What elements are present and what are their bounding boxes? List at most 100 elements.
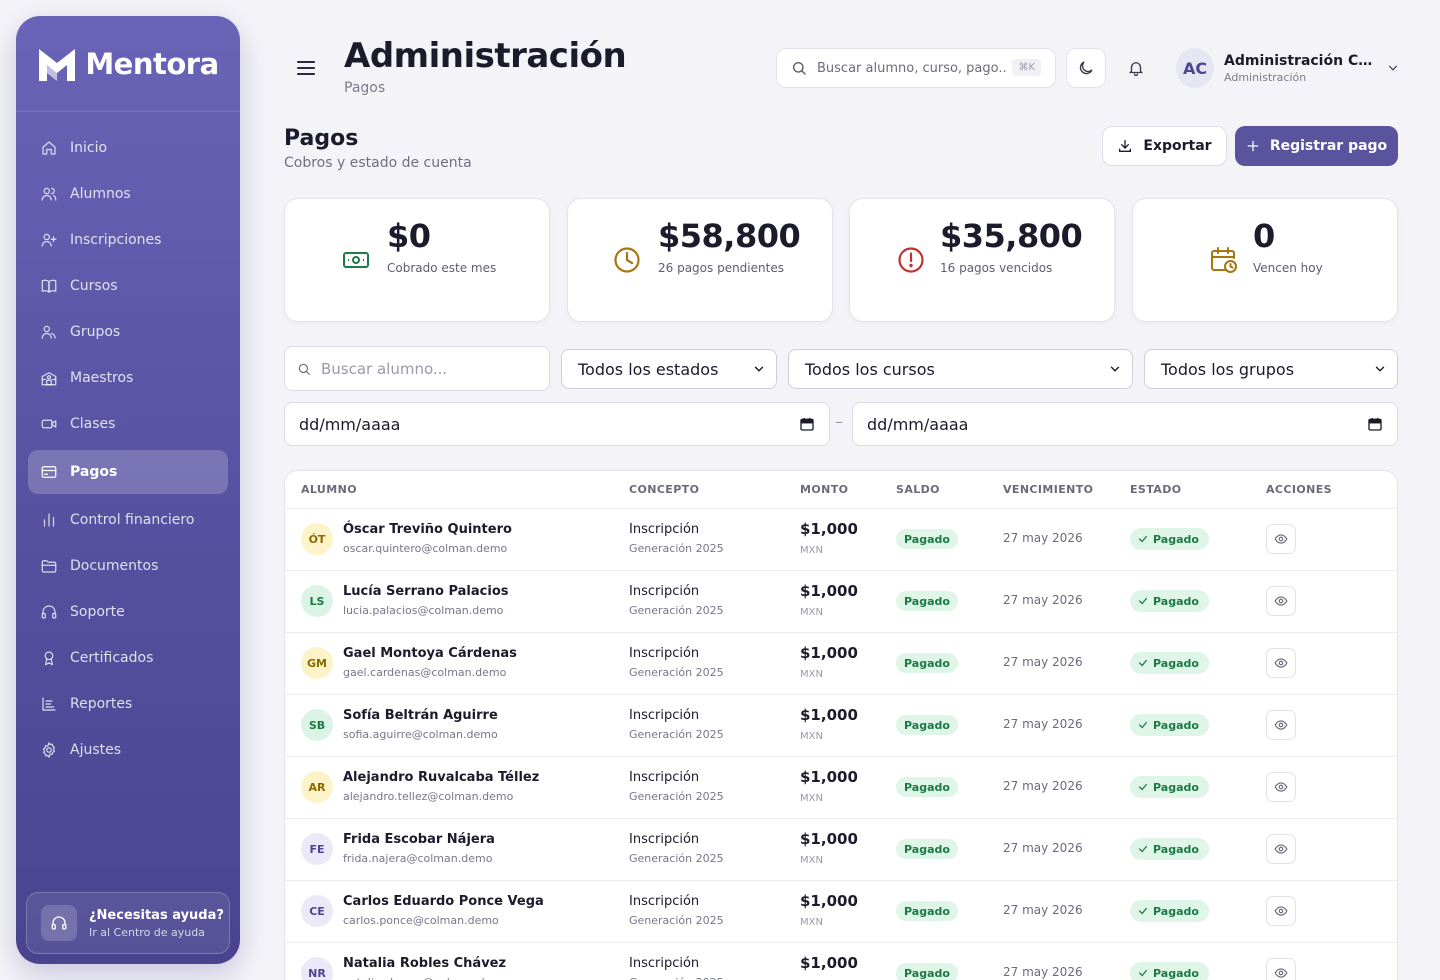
table-row: SB Sofía Beltrán Aguirre sofia.aguirre@col… [285, 695, 1397, 757]
student-email: oscar.quintero@colman.demo [343, 542, 508, 555]
sidebar-item-reportes[interactable]: Reportes [28, 684, 228, 724]
notifications-button[interactable] [1116, 48, 1156, 88]
view-button[interactable] [1266, 524, 1296, 554]
breadcrumb: Pagos [344, 80, 386, 96]
date-from-field[interactable]: dd/mm/aaaa [284, 402, 830, 446]
view-button[interactable] [1266, 586, 1296, 616]
table-row: GM Gael Montoya Cárdenas gael.cardenas@col… [285, 633, 1397, 695]
menu-icon[interactable] [296, 58, 316, 78]
view-button[interactable] [1266, 896, 1296, 926]
payment-amount: $1,000 [800, 582, 858, 600]
sidebar-item-pagos[interactable]: Pagos [28, 450, 228, 494]
payment-currency: MXN [800, 793, 823, 804]
status-badge: Pagado [1130, 900, 1209, 922]
student-search-input[interactable] [321, 359, 521, 378]
status-select[interactable]: Todos los estados [561, 349, 777, 389]
sidebar-item-documentos[interactable]: Documentos [28, 546, 228, 586]
eye-icon [1274, 594, 1288, 608]
view-button[interactable] [1266, 958, 1296, 980]
status-label: Pagado [1153, 842, 1199, 856]
help-subtitle: Ir al Centro de ayuda [89, 925, 205, 939]
school-icon [40, 369, 58, 387]
global-search-input[interactable] [817, 60, 1007, 76]
view-button[interactable] [1266, 772, 1296, 802]
search-shortcut: ⌘K [1012, 59, 1041, 76]
view-button[interactable] [1266, 834, 1296, 864]
register-payment-button[interactable]: Registrar pago [1235, 126, 1398, 166]
sidebar-item-ajustes[interactable]: Ajustes [28, 730, 228, 770]
theme-toggle-button[interactable] [1066, 48, 1106, 88]
sidebar-item-label: Clases [70, 416, 116, 432]
due-date: 27 may 2026 [1003, 965, 1083, 979]
help-card[interactable]: ¿Necesitas ayuda? Ir al Centro de ayuda [26, 892, 230, 954]
user-menu[interactable]: AC Administración Cam... Administración [1176, 48, 1400, 88]
stat-value: $58,800 [658, 217, 801, 255]
calendar-icon[interactable] [799, 416, 815, 432]
balance-badge: Pagado [896, 777, 958, 797]
payment-amount: $1,000 [800, 954, 858, 972]
sidebar-item-label: Cursos [70, 278, 118, 294]
payment-concept: Inscripción [629, 584, 700, 599]
sidebar-item-label: Control financiero [70, 512, 195, 528]
global-search[interactable]: ⌘K [776, 48, 1056, 88]
payment-amount: $1,000 [800, 830, 858, 848]
folder-icon [40, 557, 58, 575]
sidebar-item-maestros[interactable]: Maestros [28, 358, 228, 398]
chevron-down-icon [1386, 61, 1400, 75]
users-icon [40, 185, 58, 203]
status-label: Pagado [1153, 966, 1199, 980]
sidebar-item-label: Certificados [70, 650, 154, 666]
table-row: NR Natalia Robles Chávez natalia.chavez@co… [285, 943, 1397, 980]
bar-chart-icon [40, 511, 58, 529]
payment-amount: $1,000 [800, 892, 858, 910]
stat-card-overdue: $35,800 16 pagos vencidos [849, 198, 1115, 322]
sidebar-item-soporte[interactable]: Soporte [28, 592, 228, 632]
sidebar-item-label: Pagos [70, 464, 118, 480]
status-badge: Pagado [1130, 838, 1209, 860]
stat-label: Vencen hoy [1253, 261, 1323, 275]
balance-badge: Pagado [896, 591, 958, 611]
payment-concept: Inscripción [629, 832, 700, 847]
student-email: gael.cardenas@colman.demo [343, 666, 507, 679]
sidebar-item-alumnos[interactable]: Alumnos [28, 174, 228, 214]
sidebar-item-certificados[interactable]: Certificados [28, 638, 228, 678]
payment-currency: MXN [800, 731, 823, 742]
student-avatar: GM [301, 647, 333, 679]
brand-name: Mentora [85, 46, 219, 81]
payment-currency: MXN [800, 607, 823, 618]
eye-icon [1274, 718, 1288, 732]
date-to-field[interactable]: dd/mm/aaaa [852, 402, 1398, 446]
award-icon [40, 649, 58, 667]
status-label: Pagado [1153, 656, 1199, 670]
balance-badge: Pagado [896, 529, 958, 549]
check-icon [1138, 720, 1148, 730]
due-date: 27 may 2026 [1003, 841, 1083, 855]
balance-badge: Pagado [896, 963, 958, 980]
view-button[interactable] [1266, 710, 1296, 740]
table-row: AR Alejandro Ruvalcaba Téllez alejandro.te… [285, 757, 1397, 819]
table-row: FE Frida Escobar Nájera frida.najera@colma… [285, 819, 1397, 881]
column-header: SALDO [896, 483, 940, 496]
sidebar-item-grupos[interactable]: Grupos [28, 312, 228, 352]
column-header: VENCIMIENTO [1003, 483, 1094, 496]
course-select[interactable]: Todos los cursos [788, 349, 1133, 389]
balance-badge: Pagado [896, 715, 958, 735]
sidebar-item-label: Inscripciones [70, 232, 162, 248]
group-select[interactable]: Todos los grupos [1144, 349, 1398, 389]
export-button[interactable]: Exportar [1102, 126, 1227, 166]
sidebar-nav: Inicio Alumnos Inscripciones Cursos Grupos Ma… [16, 112, 240, 770]
home-icon [40, 139, 58, 157]
sidebar-item-inscripciones[interactable]: Inscripciones [28, 220, 228, 260]
sidebar-item-label: Documentos [70, 558, 159, 574]
brand[interactable]: Mentora [16, 16, 240, 112]
payment-concept: Inscripción [629, 708, 700, 723]
sidebar-item-inicio[interactable]: Inicio [28, 128, 228, 168]
sidebar-item-cursos[interactable]: Cursos [28, 266, 228, 306]
view-button[interactable] [1266, 648, 1296, 678]
sidebar-item-clases[interactable]: Clases [28, 404, 228, 444]
student-name: Lucía Serrano Palacios [343, 584, 509, 599]
student-search[interactable] [284, 346, 550, 391]
course-select-value: Todos los cursos [805, 359, 935, 379]
sidebar-item-control-financiero[interactable]: Control financiero [28, 500, 228, 540]
calendar-icon[interactable] [1367, 416, 1383, 432]
